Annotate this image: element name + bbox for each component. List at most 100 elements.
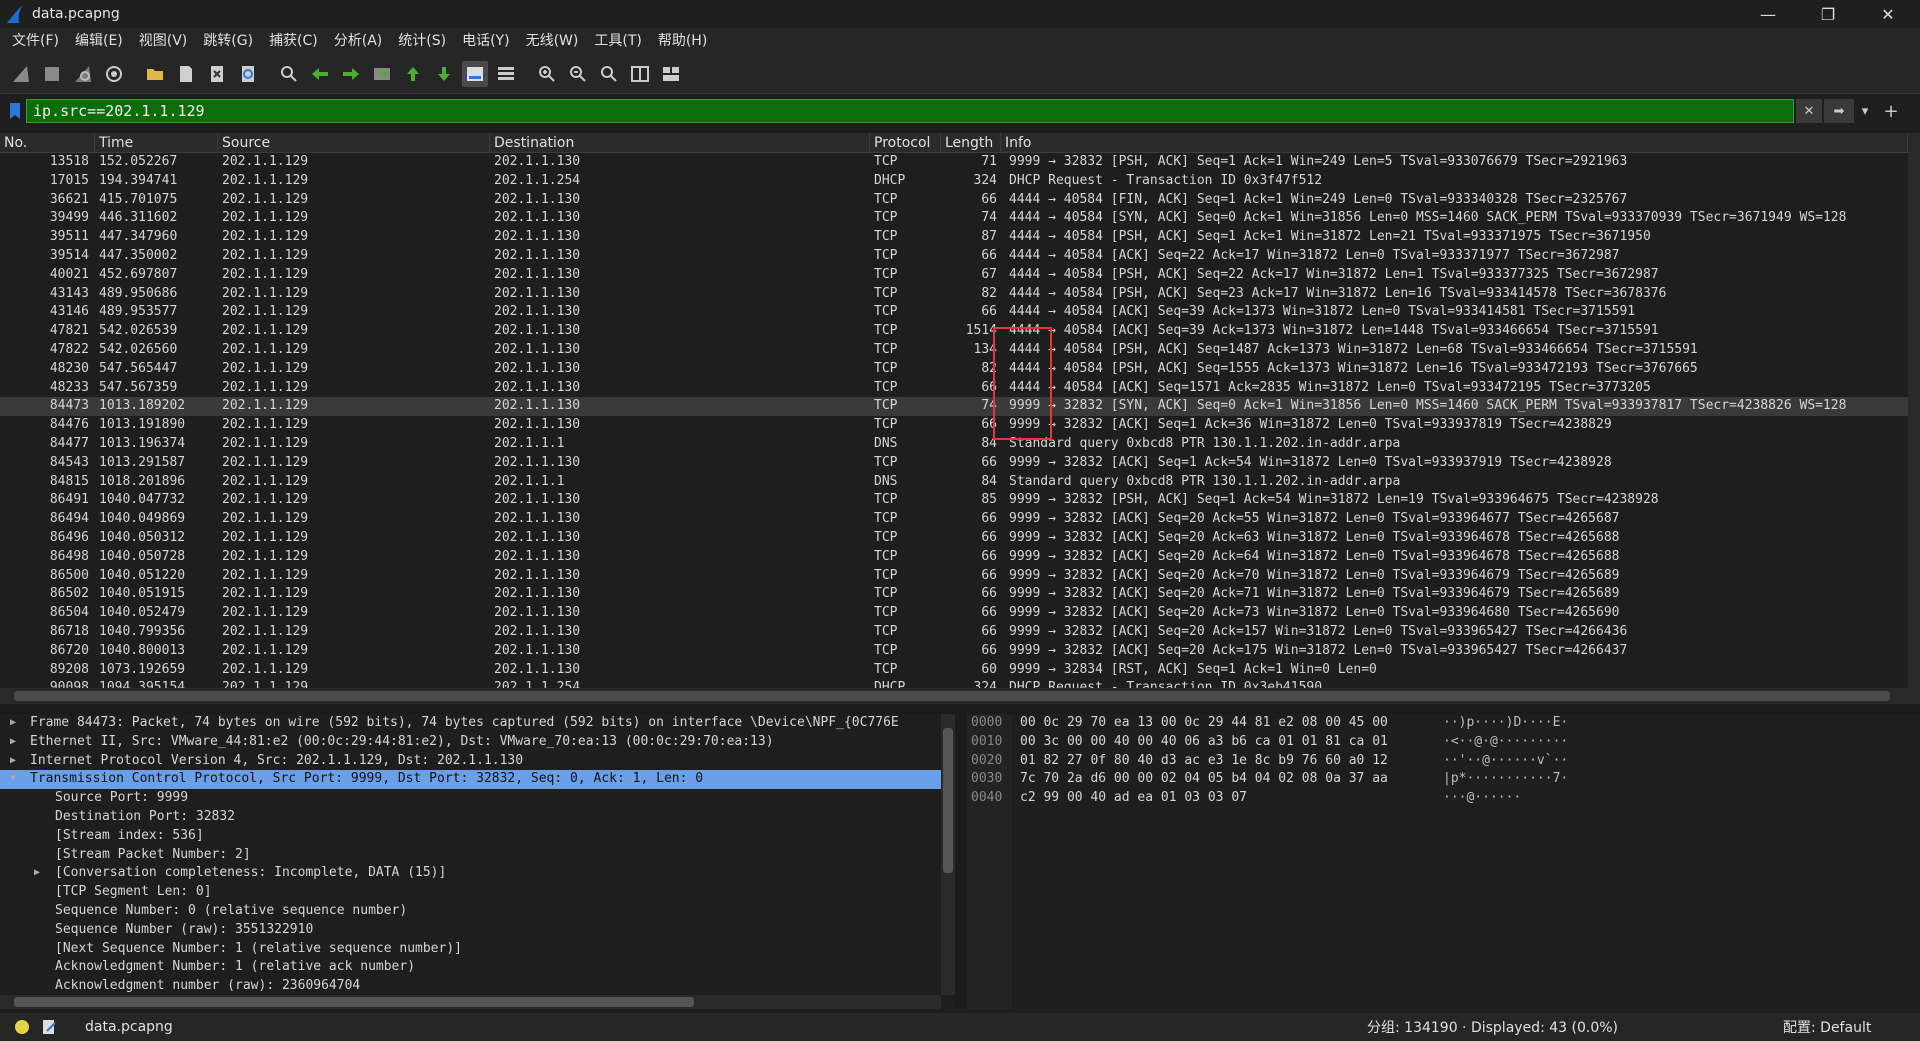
menu-tools[interactable]: 工具(T) [586,28,649,54]
last-packet-button[interactable] [431,61,457,87]
byte-hex[interactable]: 00 0c 29 70 ea 13 00 0c 29 44 81 e2 08 0… [1020,714,1388,733]
detail-tree-item[interactable]: ▼ Transmission Control Protocol, Src Port… [0,770,955,790]
save-file-button[interactable] [173,61,199,87]
packet-row[interactable]: 84473 1013.189202 202.1.1.129 202.1.1.130 TC… [0,397,1908,417]
menu-statistics[interactable]: 统计(S) [390,28,454,54]
byte-hex[interactable]: c2 99 00 40 ad ea 01 03 03 07 [1020,789,1247,808]
column-header-protocol[interactable]: Protocol [870,133,941,152]
details-horizontal-scrollbar[interactable] [0,995,941,1009]
autoscroll-button[interactable] [462,60,488,87]
menu-telephony[interactable]: 电话(Y) [454,28,517,54]
byte-hex[interactable]: 7c 70 2a d6 00 00 02 04 05 b4 04 02 08 0… [1020,770,1388,789]
minimize-button[interactable]: — [1740,0,1796,28]
colorize-button[interactable] [493,61,519,87]
menu-file[interactable]: 文件(F) [4,28,67,54]
detail-tree-item[interactable]: ▶ [Conversation completeness: Incomplete,… [0,864,955,883]
expand-right-icon[interactable]: ▶ [10,752,20,771]
go-back-button[interactable] [307,61,333,87]
zoom-out-button[interactable] [565,61,591,87]
restore-button[interactable]: ❐ [1800,0,1856,28]
detail-tree-item[interactable]: Acknowledgment Number: 1 (relative ack n… [0,958,955,977]
packet-row[interactable]: 47821 542.026539 202.1.1.129 202.1.1.130 TCP… [0,322,1908,341]
detail-tree-item[interactable]: [TCP Segment Len: 0] [0,883,955,902]
scroll-thumb[interactable] [14,691,1890,701]
column-header-time[interactable]: Time [95,133,218,152]
detail-tree-item[interactable]: ▶ Frame 84473: Packet, 74 bytes on wire (… [0,714,955,733]
menu-edit[interactable]: 编辑(E) [67,28,131,54]
menu-analyze[interactable]: 分析(A) [326,28,391,54]
packet-row[interactable]: 48230 547.565447 202.1.1.129 202.1.1.130 TCP… [0,360,1908,379]
bookmark-icon[interactable] [8,102,22,120]
detail-tree-item[interactable]: Source Port: 9999 [0,789,955,808]
packet-row[interactable]: 86718 1040.799356 202.1.1.129 202.1.1.130 TC… [0,623,1908,642]
start-capture-button[interactable] [8,61,34,87]
add-filter-button[interactable]: + [1876,99,1906,123]
edit-comment-icon[interactable] [41,1019,57,1035]
packet-row[interactable]: 43143 489.950686 202.1.1.129 202.1.1.130 TCP… [0,285,1908,304]
pane-splitter[interactable] [0,704,1920,714]
packet-row[interactable]: 47822 542.026560 202.1.1.129 202.1.1.130 TCP… [0,341,1908,360]
apply-filter-button[interactable]: ➡ [1824,99,1854,123]
byte-offset[interactable]: 0030 [971,770,1002,789]
detail-tree-item[interactable]: Acknowledgment number (raw): 2360964704 [0,977,955,996]
menu-capture[interactable]: 捕获(C) [261,28,326,54]
menu-help[interactable]: 帮助(H) [650,28,715,54]
packet-row[interactable]: 39499 446.311602 202.1.1.129 202.1.1.130 TCP… [0,209,1908,228]
menu-view[interactable]: 视图(V) [131,28,196,54]
byte-offset[interactable]: 0010 [971,733,1002,752]
detail-tree-item[interactable]: [Next Sequence Number: 1 (relative seque… [0,940,955,959]
packet-row[interactable]: 86494 1040.049869 202.1.1.129 202.1.1.130 TC… [0,510,1908,529]
normal-size-button[interactable] [596,61,622,87]
restart-capture-button[interactable] [70,61,96,87]
reload-file-button[interactable] [235,61,261,87]
scroll-thumb[interactable] [943,728,953,873]
detail-tree-item[interactable]: ▶ Internet Protocol Version 4, Src: 202.1… [0,752,955,771]
expert-info-icon[interactable] [15,1020,29,1034]
packet-row[interactable]: 43146 489.953577 202.1.1.129 202.1.1.130 TCP… [0,303,1908,322]
detail-tree-item[interactable]: Destination Port: 32832 [0,808,955,827]
column-header-length[interactable]: Length [941,133,1001,152]
packet-row[interactable]: 86502 1040.051915 202.1.1.129 202.1.1.130 TC… [0,585,1908,604]
go-forward-button[interactable] [338,61,364,87]
column-header-source[interactable]: Source [218,133,490,152]
detail-tree-item[interactable]: [Stream index: 536] [0,827,955,846]
byte-ascii[interactable]: |p*···········7· [1443,770,1568,789]
layout-button[interactable] [658,61,684,87]
packet-row[interactable]: 13518 152.052267 202.1.1.129 202.1.1.130 TCP… [0,153,1908,172]
first-packet-button[interactable] [400,61,426,87]
byte-hex[interactable]: 00 3c 00 00 40 00 40 06 a3 b6 ca 01 01 8… [1020,733,1388,752]
expand-right-icon[interactable]: ▶ [34,864,44,883]
byte-ascii[interactable]: ··'··@······v`·· [1443,752,1568,771]
packet-row[interactable]: 89208 1073.192659 202.1.1.129 202.1.1.130 TC… [0,661,1908,680]
menu-go[interactable]: 跳转(G) [195,28,261,54]
packet-row[interactable]: 86498 1040.050728 202.1.1.129 202.1.1.130 TC… [0,548,1908,567]
close-button[interactable]: ✕ [1860,0,1916,28]
go-to-packet-button[interactable] [369,61,395,87]
packet-row[interactable]: 39514 447.350002 202.1.1.129 202.1.1.130 TCP… [0,247,1908,266]
expand-right-icon[interactable]: ▶ [10,733,20,752]
display-filter-input[interactable]: ip.src==202.1.1.129 [26,99,1794,123]
packet-row[interactable]: 36621 415.701075 202.1.1.129 202.1.1.130 TCP… [0,191,1908,210]
detail-tree-item[interactable]: ▶ Ethernet II, Src: VMware_44:81:e2 (00:0… [0,733,955,752]
find-packet-button[interactable] [276,61,302,87]
packet-row[interactable]: 40021 452.697807 202.1.1.129 202.1.1.130 TCP… [0,266,1908,285]
packet-row[interactable]: 86491 1040.047732 202.1.1.129 202.1.1.130 TC… [0,491,1908,510]
zoom-in-button[interactable] [534,61,560,87]
details-vertical-scrollbar[interactable] [941,714,955,995]
detail-tree-item[interactable]: [Stream Packet Number: 2] [0,846,955,865]
column-header-no[interactable]: No. [0,133,95,152]
expand-down-icon[interactable]: ▼ [10,770,20,789]
packet-row[interactable]: 84477 1013.196374 202.1.1.129 202.1.1.1 DNS 8… [0,435,1908,454]
detail-tree-item[interactable]: Sequence Number: 0 (relative sequence nu… [0,902,955,921]
packet-row[interactable]: 39511 447.347960 202.1.1.129 202.1.1.130 TCP… [0,228,1908,247]
byte-ascii[interactable]: ···@······ [1443,789,1521,808]
packet-row[interactable]: 48233 547.567359 202.1.1.129 202.1.1.130 TCP… [0,379,1908,398]
packet-row[interactable]: 84543 1013.291587 202.1.1.129 202.1.1.130 TC… [0,454,1908,473]
packet-row[interactable]: 17015 194.394741 202.1.1.129 202.1.1.254 DHC… [0,172,1908,191]
resize-columns-button[interactable] [627,61,653,87]
packet-row[interactable]: 90098 1094.395154 202.1.1.129 202.1.1.254 DH… [0,679,1908,688]
packet-row[interactable]: 84476 1013.191890 202.1.1.129 202.1.1.130 TC… [0,416,1908,435]
profile-status[interactable]: 配置: Default [1783,1017,1871,1037]
packet-row[interactable]: 86496 1040.050312 202.1.1.129 202.1.1.130 TC… [0,529,1908,548]
packet-row[interactable]: 86720 1040.800013 202.1.1.129 202.1.1.130 TC… [0,642,1908,661]
